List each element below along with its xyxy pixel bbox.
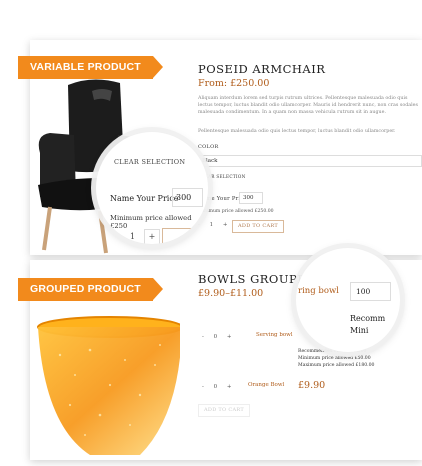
- mag-price-input: 300: [172, 188, 203, 207]
- color-label: COLOR: [198, 144, 219, 150]
- orange-bowl-qty-value: 0: [213, 384, 222, 390]
- product-price: From: £250.00: [198, 78, 270, 89]
- product-description: Aliquam interdum lorem sed turpis rutrum…: [198, 96, 418, 115]
- grouped-product-banner: GROUPED PRODUCT: [18, 278, 163, 301]
- product-title: POSEID ARMCHAIR: [198, 62, 326, 76]
- mag-name-your-price-label: Name Your Price: [110, 194, 179, 203]
- mag-price-field: 100: [350, 282, 391, 301]
- orange-bowl-link[interactable]: Orange Bowl: [248, 382, 284, 389]
- orange-bowl-image: [37, 316, 180, 455]
- serving-bowl-qty-value: 0: [213, 334, 222, 340]
- add-to-cart-button[interactable]: ADD TO CART: [232, 220, 284, 233]
- grouped-price: £9.90–£11.00: [198, 288, 264, 299]
- mag-serving-bowl: ring bowl: [298, 286, 339, 296]
- mag-qty: 1: [130, 232, 136, 241]
- mag-add-to-cart: [162, 228, 204, 244]
- color-select[interactable]: Black: [198, 155, 422, 167]
- variable-product-banner: VARIABLE PRODUCT: [18, 56, 163, 79]
- orange-bowl-price: £9.90: [298, 380, 326, 391]
- mag-clear-selection: CLEAR SELECTION: [114, 158, 186, 166]
- magnifier-lens-grouped: ring bowl 100 Recomm Mini: [296, 248, 400, 352]
- mag-recommended: Recomm: [350, 314, 386, 323]
- serving-bowl-min: Minimum price allowed £50.00: [298, 356, 371, 361]
- serving-bowl-link[interactable]: Serving bowl: [256, 332, 293, 339]
- quantity-value: 1: [209, 222, 218, 228]
- mag-minimum: Mini: [350, 326, 369, 335]
- serving-bowl-qty[interactable]: - 0 +: [202, 334, 235, 340]
- name-your-price-input[interactable]: 300: [239, 192, 263, 204]
- serving-bowl-max: Maximum price allowed £180.00: [298, 363, 375, 368]
- product-description-2: Pellentesque malesuada odio quis lectus …: [198, 129, 396, 134]
- magnifier-lens-variable: CLEAR SELECTION Name Your Price 300 Mini…: [96, 132, 208, 244]
- minimum-price-text: Minimum price allowed £250.00: [198, 209, 274, 214]
- orange-bowl-qty[interactable]: - 0 +: [202, 384, 235, 390]
- grouped-add-to-cart-button[interactable]: ADD TO CART: [198, 404, 250, 417]
- mag-plus: +: [144, 229, 160, 244]
